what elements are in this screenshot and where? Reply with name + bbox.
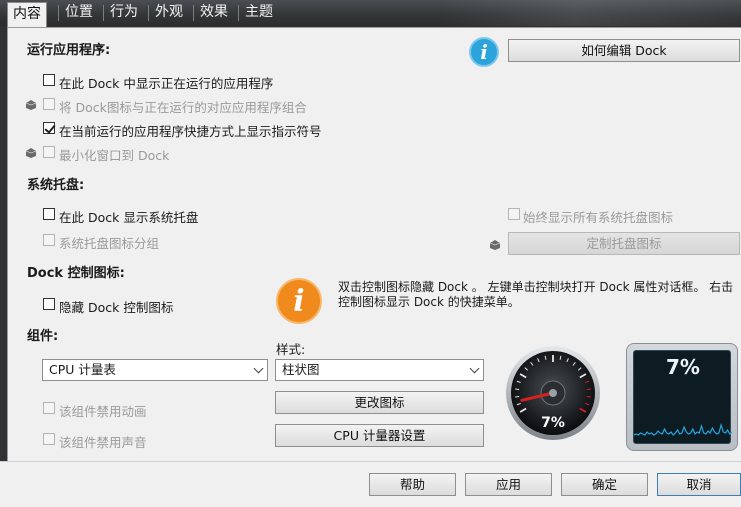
hide-dock-control-checkbox[interactable] — [43, 298, 55, 310]
lock-icon — [25, 147, 37, 158]
always-show-tray-icons-checkbox[interactable] — [508, 208, 520, 220]
cpu-graph-line — [634, 422, 732, 436]
widgets-heading: 组件: — [27, 329, 59, 344]
cpu-graph-preview: 7% — [626, 343, 738, 451]
group-tray-icons-checkbox[interactable] — [43, 234, 55, 246]
system-tray-heading: 系统托盘: — [27, 178, 85, 193]
cpu-meter-settings-button[interactable]: CPU 计量器设置 — [275, 424, 484, 447]
minimize-to-dock-label: 最小化窗口到 Dock — [59, 148, 170, 163]
widget-select[interactable]: CPU 计量表 — [42, 359, 268, 381]
graph-screen: 7% — [633, 350, 732, 444]
cpu-gauge-preview: 7% — [505, 345, 601, 441]
widget-select-value: CPU 计量表 — [49, 362, 116, 377]
combine-icons-label: 将 Dock图标与正在运行的对应应用程序组合 — [59, 100, 307, 115]
tab-themes[interactable]: 主题 — [240, 1, 278, 25]
disable-sound-checkbox[interactable] — [43, 433, 55, 445]
dock-control-heading: Dock 控制图标: — [27, 266, 125, 281]
tab-bar: 内容 位置 行为 外观 效果 主题 — [0, 0, 741, 28]
tab-appearance[interactable]: 外观 — [150, 1, 188, 25]
combine-icons-checkbox[interactable] — [43, 98, 55, 110]
disable-sound-label: 该组件禁用声音 — [59, 435, 147, 450]
show-indicator-checkbox[interactable] — [43, 122, 55, 134]
dialog-footer: 帮助 应用 确定 取消 — [0, 461, 741, 507]
tab-separator — [148, 5, 149, 21]
style-select[interactable]: 柱状图 — [275, 359, 484, 381]
lock-icon — [25, 99, 37, 110]
disable-animation-label: 该组件禁用动画 — [59, 404, 147, 419]
customize-tray-icons-button[interactable]: 定制托盘图标 — [508, 232, 740, 255]
dock-control-info-line2: 控制图标显示 Dock 的快捷菜单。 — [338, 295, 520, 309]
ok-button[interactable]: 确定 — [561, 473, 648, 496]
style-label: 样式: — [276, 342, 306, 357]
show-system-tray-checkbox[interactable] — [43, 208, 55, 220]
change-icon-button[interactable]: 更改图标 — [275, 391, 484, 414]
show-indicator-label: 在当前运行的应用程序快捷方式上显示指示符号 — [59, 124, 322, 139]
running-apps-heading: 运行应用程序: — [27, 43, 111, 58]
show-system-tray-label: 在此 Dock 显示系统托盘 — [59, 210, 199, 225]
tab-content[interactable]: 内容 — [7, 2, 47, 28]
tab-separator — [193, 5, 194, 21]
style-select-value: 柱状图 — [282, 362, 320, 377]
hide-dock-control-label: 隐藏 Dock 控制图标 — [59, 300, 174, 315]
always-show-tray-icons-label: 始终显示所有系统托盘图标 — [523, 210, 674, 225]
tab-behavior[interactable]: 行为 — [105, 1, 143, 25]
info-icon[interactable]: i — [469, 37, 499, 67]
tab-position[interactable]: 位置 — [60, 1, 98, 25]
minimize-to-dock-checkbox[interactable] — [43, 146, 55, 158]
apply-button[interactable]: 应用 — [465, 473, 552, 496]
tab-separator — [58, 5, 59, 21]
gauge-graphic: 7% — [506, 346, 600, 440]
disable-animation-checkbox[interactable] — [43, 402, 55, 414]
cancel-button[interactable]: 取消 — [657, 473, 741, 496]
info-icon: i — [276, 278, 322, 324]
chevron-down-icon — [469, 363, 480, 374]
show-running-apps-checkbox[interactable] — [43, 74, 55, 86]
help-button[interactable]: 帮助 — [369, 473, 456, 496]
how-to-edit-dock-button[interactable]: 如何编辑 Dock — [508, 39, 740, 62]
tab-separator — [238, 5, 239, 21]
gauge-percent-text: 7% — [541, 415, 565, 431]
show-running-apps-label: 在此 Dock 中显示正在运行的应用程序 — [59, 76, 274, 91]
lock-icon — [489, 239, 501, 250]
tab-separator — [103, 5, 104, 21]
tab-bar-decoration — [441, 0, 741, 26]
chevron-down-icon — [253, 363, 264, 374]
group-tray-icons-label: 系统托盘图标分组 — [59, 236, 160, 251]
tab-effects[interactable]: 效果 — [195, 1, 233, 25]
